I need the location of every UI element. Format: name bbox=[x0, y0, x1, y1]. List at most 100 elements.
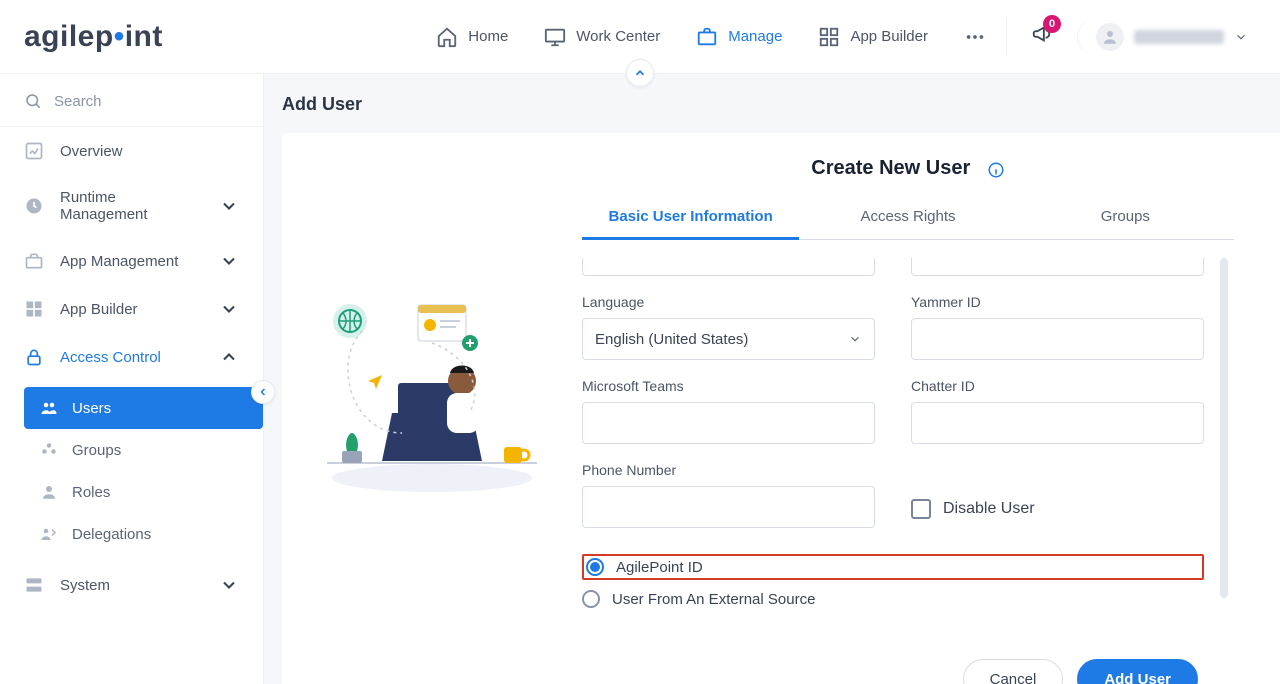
sidebar-item-label: App Management bbox=[60, 253, 178, 270]
radio-external-label: User From An External Source bbox=[612, 591, 815, 608]
sidebar-sub-users[interactable]: Users bbox=[24, 387, 263, 429]
tab-basic[interactable]: Basic User Information bbox=[582, 198, 799, 240]
field-yammer: Yammer ID bbox=[911, 294, 1204, 360]
chevron-down-icon bbox=[219, 251, 239, 271]
nav-home[interactable]: Home bbox=[436, 26, 508, 48]
dots-icon bbox=[964, 26, 986, 48]
page-title: Add User bbox=[282, 94, 1280, 115]
notifications-button[interactable]: 0 bbox=[1025, 17, 1059, 56]
sidebar-item-appbuilder[interactable]: App Builder bbox=[0, 285, 263, 333]
sidebar-item-label: Overview bbox=[60, 143, 123, 160]
sidebar-item-access[interactable]: Access Control bbox=[0, 333, 263, 381]
sidebar-item-label: System bbox=[60, 577, 110, 594]
sidebar-item-label: Groups bbox=[72, 442, 121, 459]
nav-appbuilder-label: App Builder bbox=[850, 28, 928, 45]
checkbox-disable[interactable] bbox=[911, 499, 931, 519]
grid-icon bbox=[818, 26, 840, 48]
role-icon bbox=[40, 483, 58, 501]
input-msteams[interactable] bbox=[582, 402, 875, 444]
top-actions: 0 bbox=[1006, 17, 1256, 56]
apps-icon bbox=[24, 299, 44, 319]
delegation-icon bbox=[40, 525, 58, 543]
nav-workcenter[interactable]: Work Center bbox=[544, 26, 660, 48]
sidebar: Search Overview Runtime Management App M… bbox=[0, 74, 264, 684]
highlight-agilepoint-id: AgilePoint ID bbox=[582, 554, 1204, 580]
cancel-button[interactable]: Cancel bbox=[963, 659, 1064, 684]
label-disable: Disable User bbox=[943, 500, 1035, 518]
chevron-down-icon bbox=[219, 575, 239, 595]
input-phone[interactable] bbox=[582, 486, 875, 528]
cutoff-input-right[interactable] bbox=[911, 258, 1204, 276]
monitor-icon bbox=[544, 26, 566, 48]
collapse-sidebar-button[interactable] bbox=[251, 380, 275, 404]
chart-icon bbox=[24, 141, 44, 161]
sidebar-item-label: Access Control bbox=[60, 349, 161, 366]
user-menu[interactable] bbox=[1077, 19, 1256, 55]
input-yammer[interactable] bbox=[911, 318, 1204, 360]
sidebar-item-label: Users bbox=[72, 400, 111, 417]
radio-agilepoint-label: AgilePoint ID bbox=[616, 559, 703, 576]
info-icon[interactable] bbox=[987, 161, 1005, 179]
search-icon bbox=[24, 92, 42, 110]
collapse-topbar-button[interactable] bbox=[626, 59, 654, 87]
chevron-down-icon bbox=[848, 332, 862, 346]
sidebar-sub-delegations[interactable]: Delegations bbox=[24, 513, 263, 555]
clock-icon bbox=[24, 196, 44, 216]
brand-dot: • bbox=[114, 20, 125, 53]
sidebar-sub-groups[interactable]: Groups bbox=[24, 429, 263, 471]
field-chatter: Chatter ID bbox=[911, 378, 1204, 444]
select-language-value: English (United States) bbox=[595, 331, 748, 348]
sidebar-item-overview[interactable]: Overview bbox=[0, 127, 263, 175]
users-icon bbox=[40, 399, 58, 417]
radio-empty-icon bbox=[582, 590, 600, 608]
cutoff-input-left[interactable] bbox=[582, 258, 875, 276]
sidebar-search[interactable]: Search bbox=[0, 74, 263, 127]
nav-manage-label: Manage bbox=[728, 28, 782, 45]
label-msteams: Microsoft Teams bbox=[582, 378, 875, 394]
add-user-button[interactable]: Add User bbox=[1077, 659, 1198, 684]
form-tabs: Basic User Information Access Rights Gro… bbox=[582, 198, 1234, 240]
avatar-icon bbox=[1096, 23, 1124, 51]
id-source-radio-group: AgilePoint ID User From An External Sour… bbox=[582, 554, 1204, 608]
tab-groups[interactable]: Groups bbox=[1017, 198, 1234, 239]
top-nav: Home Work Center Manage App Builder bbox=[436, 26, 986, 48]
radio-agilepoint[interactable]: AgilePoint ID bbox=[586, 558, 703, 576]
chevron-down-icon bbox=[219, 299, 239, 319]
notifications-badge: 0 bbox=[1043, 15, 1061, 33]
sidebar-submenu-access: Users Groups Roles Delegations bbox=[24, 387, 263, 555]
chevron-down-icon bbox=[219, 196, 239, 216]
sidebar-item-label: Delegations bbox=[72, 526, 151, 543]
sidebar-item-system[interactable]: System bbox=[0, 561, 263, 609]
content-card: Create New User Basic User Information A… bbox=[282, 133, 1280, 684]
label-yammer: Yammer ID bbox=[911, 294, 1204, 310]
form-footer: Cancel Add User bbox=[582, 641, 1234, 684]
nav-workcenter-label: Work Center bbox=[576, 28, 660, 45]
scrollbar[interactable] bbox=[1220, 258, 1228, 598]
tab-rights[interactable]: Access Rights bbox=[799, 198, 1016, 239]
radio-external[interactable]: User From An External Source bbox=[582, 590, 1204, 608]
nav-more[interactable] bbox=[964, 26, 986, 48]
form-heading: Create New User bbox=[811, 157, 970, 180]
sidebar-item-label: Roles bbox=[72, 484, 110, 501]
label-chatter: Chatter ID bbox=[911, 378, 1204, 394]
lock-icon bbox=[24, 347, 44, 367]
nav-appbuilder[interactable]: App Builder bbox=[818, 26, 928, 48]
nav-manage[interactable]: Manage bbox=[696, 26, 782, 48]
label-language: Language bbox=[582, 294, 875, 310]
input-chatter[interactable] bbox=[911, 402, 1204, 444]
sidebar-sub-roles[interactable]: Roles bbox=[24, 471, 263, 513]
nav-home-label: Home bbox=[468, 28, 508, 45]
chevron-up-icon bbox=[219, 347, 239, 367]
main-area: Add User bbox=[264, 74, 1280, 684]
username-text bbox=[1134, 30, 1224, 44]
top-bar: agilep•int Home Work Center Manage App B… bbox=[0, 0, 1280, 74]
sidebar-item-runtime[interactable]: Runtime Management bbox=[0, 175, 263, 237]
field-language: Language English (United States) bbox=[582, 294, 875, 360]
illustration bbox=[282, 133, 582, 684]
select-language[interactable]: English (United States) bbox=[582, 318, 875, 360]
sidebar-item-appmgmt[interactable]: App Management bbox=[0, 237, 263, 285]
form-panel: Create New User Basic User Information A… bbox=[582, 133, 1280, 684]
server-icon bbox=[24, 575, 44, 595]
label-phone: Phone Number bbox=[582, 462, 875, 478]
sidebar-search-placeholder: Search bbox=[54, 93, 102, 110]
